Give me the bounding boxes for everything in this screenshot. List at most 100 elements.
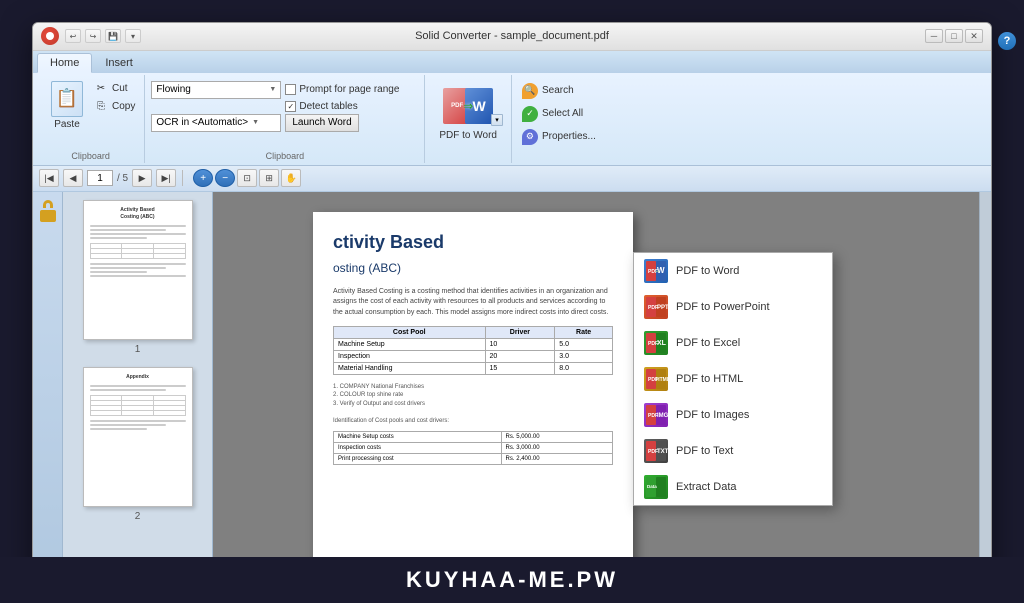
search-button[interactable]: 🔍 Search bbox=[518, 81, 600, 101]
search-group: 🔍 Search ✓ Select All ⚙ Properties... bbox=[512, 75, 606, 163]
doc-intro-text: Activity Based Costing is a costing meth… bbox=[333, 287, 613, 319]
convert-arrow-icon: ⇒ bbox=[463, 99, 473, 113]
toolbar-nav-first[interactable]: |◀ bbox=[39, 169, 59, 187]
right-scrollbar[interactable] bbox=[979, 192, 991, 581]
menu-item-pdf-to-text[interactable]: PDF TXT PDF to Text bbox=[634, 433, 832, 469]
doc-footer-text: 1. COMPANY National Franchises 2. COLOUR… bbox=[333, 383, 613, 425]
undo-button[interactable]: ↩ bbox=[65, 29, 81, 43]
quick-dropdown[interactable]: ▾ bbox=[125, 29, 141, 43]
toolbar-nav-prev[interactable]: ◀ bbox=[63, 169, 83, 187]
menu-item-pdf-to-ppt[interactable]: PDF PPT PDF to PowerPoint bbox=[634, 289, 832, 325]
doc-table-cell: 8.0 bbox=[555, 363, 613, 375]
menu-item-pdf-to-word[interactable]: PDF W → PDF to Word bbox=[634, 253, 832, 289]
menu-item-pdf-to-html[interactable]: PDF HTML PDF to HTML bbox=[634, 361, 832, 397]
minimize-button[interactable]: ─ bbox=[925, 29, 943, 43]
convert-group: Flowing ▼ Prompt for page range ✓ bbox=[145, 75, 425, 163]
thumbnail-page-2: Appendix bbox=[83, 367, 193, 507]
ribbon-tabs: Home Insert ? bbox=[33, 51, 991, 73]
doc-table: Cost Pool Driver Rate Machine Setup 10 5… bbox=[333, 326, 613, 375]
doc-table-cell: 10 bbox=[485, 339, 555, 351]
paste-button[interactable]: 📋 Paste bbox=[43, 77, 91, 134]
doc-table-cell: 15 bbox=[485, 363, 555, 375]
svg-text:TXT: TXT bbox=[657, 449, 668, 455]
detect-tables-cb-box: ✓ bbox=[285, 101, 296, 112]
cut-button[interactable]: ✂ Cut bbox=[91, 81, 138, 97]
doc-table-cell: 5.0 bbox=[555, 339, 613, 351]
launch-word-button[interactable]: Launch Word bbox=[285, 114, 358, 132]
flowing-arrow: ▼ bbox=[269, 86, 276, 93]
thumbnail-panel[interactable]: Activity BasedCosting (ABC) bbox=[63, 192, 213, 581]
cut-label: Cut bbox=[112, 83, 128, 94]
tab-home[interactable]: Home bbox=[37, 53, 92, 73]
maximize-button[interactable]: □ bbox=[945, 29, 963, 43]
flowing-select[interactable]: Flowing ▼ bbox=[151, 81, 281, 99]
page-total: / 5 bbox=[117, 173, 128, 184]
search-label: Search bbox=[542, 85, 574, 96]
zoom-select-button[interactable]: ⊞ bbox=[259, 169, 279, 187]
svg-text:PPT: PPT bbox=[657, 305, 668, 311]
doc-table-header-2: Driver bbox=[485, 327, 555, 339]
prompt-page-range-checkbox[interactable]: Prompt for page range bbox=[285, 84, 399, 95]
ocr-arrow: ▼ bbox=[252, 119, 259, 126]
svg-text:Data: Data bbox=[647, 484, 657, 489]
pdf-word-dropdown-arrow[interactable]: ▾ bbox=[491, 114, 503, 126]
select-all-button[interactable]: ✓ Select All bbox=[518, 104, 600, 124]
zoom-fit-button[interactable]: ⊡ bbox=[237, 169, 257, 187]
toolbar-separator bbox=[182, 170, 183, 186]
detect-tables-checkbox[interactable]: ✓ Detect tables bbox=[285, 101, 357, 112]
pdf-to-word-button[interactable]: PDF ⇒ W PDF to Word ▾ bbox=[431, 79, 505, 144]
app-icon bbox=[41, 27, 59, 45]
clipboard-group: 📋 Paste ✂ Cut ⎘ Copy Clipboard bbox=[37, 75, 145, 163]
doc-table-cell: Inspection bbox=[334, 351, 486, 363]
doc-table-cell: Material Handling bbox=[334, 363, 486, 375]
tab-insert[interactable]: Insert bbox=[92, 53, 146, 73]
menu-label-pdf-html: PDF to HTML bbox=[676, 373, 743, 385]
content-area: ctivity Based osting (ABC) Activity Base… bbox=[213, 192, 991, 581]
thumbnail-2[interactable]: Appendix 2 bbox=[67, 367, 208, 522]
left-panel bbox=[33, 192, 63, 581]
doc-table-cell: 3.0 bbox=[555, 351, 613, 363]
redo-button[interactable]: ↪ bbox=[85, 29, 101, 43]
window-title: Solid Converter - sample_document.pdf bbox=[415, 30, 609, 42]
convert-row-1: Flowing ▼ Prompt for page range bbox=[151, 81, 399, 99]
properties-button[interactable]: ⚙ Properties... bbox=[518, 127, 600, 147]
toolbar-nav-next[interactable]: ▶ bbox=[132, 169, 152, 187]
zoom-out-button[interactable]: − bbox=[215, 169, 235, 187]
pdf-word-label: PDF to Word bbox=[439, 130, 497, 141]
properties-label: Properties... bbox=[542, 131, 596, 142]
page-number-input[interactable] bbox=[87, 170, 113, 186]
document-page: ctivity Based osting (ABC) Activity Base… bbox=[313, 212, 633, 581]
menu-item-pdf-to-excel[interactable]: PDF XL PDF to Excel bbox=[634, 325, 832, 361]
properties-icon: ⚙ bbox=[522, 129, 538, 145]
lock-shackle bbox=[43, 200, 53, 208]
menu-item-extract-data[interactable]: Data Extract Data bbox=[634, 469, 832, 505]
app-window: ↩ ↪ 💾 ▾ Solid Converter - sample_documen… bbox=[32, 22, 992, 582]
thumbnail-num-1: 1 bbox=[135, 344, 141, 355]
cut-icon: ✂ bbox=[94, 82, 108, 96]
pdf-word-icon: PDF ⇒ W bbox=[443, 82, 493, 130]
copy-button[interactable]: ⎘ Copy bbox=[91, 99, 138, 115]
toolbar-nav-last[interactable]: ▶| bbox=[156, 169, 176, 187]
menu-icon-pdf-ppt: PDF PPT bbox=[644, 295, 668, 319]
svg-text:HTML: HTML bbox=[656, 377, 668, 383]
zoom-hand-button[interactable]: ✋ bbox=[281, 169, 301, 187]
menu-icon-pdf-excel: PDF XL bbox=[644, 331, 668, 355]
search-actions: 🔍 Search ✓ Select All ⚙ Properties... bbox=[518, 77, 600, 147]
ocr-select[interactable]: OCR in <Automatic> ▼ bbox=[151, 114, 281, 132]
menu-item-pdf-to-images[interactable]: PDF IMG PDF to Images bbox=[634, 397, 832, 433]
save-button[interactable]: 💾 bbox=[105, 29, 121, 43]
doc-footer-table: Machine Setup costs Rs. 5,000.00 Inspect… bbox=[333, 431, 613, 465]
menu-label-pdf-word: PDF to Word bbox=[676, 265, 739, 277]
copy-icon: ⎘ bbox=[94, 100, 108, 114]
prompt-page-range-cb-box bbox=[285, 84, 296, 95]
doc-subtitle: osting (ABC) bbox=[333, 261, 613, 275]
close-button[interactable]: ✕ bbox=[965, 29, 983, 43]
thumbnail-1[interactable]: Activity BasedCosting (ABC) bbox=[67, 200, 208, 355]
zoom-in-button[interactable]: + bbox=[193, 169, 213, 187]
main-area: Activity BasedCosting (ABC) bbox=[33, 192, 991, 581]
detect-tables-label: Detect tables bbox=[299, 101, 357, 112]
flowing-label: Flowing bbox=[156, 84, 190, 95]
lock-body bbox=[40, 210, 56, 222]
ribbon: Home Insert ? 📋 Paste ✂ Cut ⎘ bbox=[33, 51, 991, 166]
convert-options: Flowing ▼ Prompt for page range ✓ bbox=[151, 77, 399, 132]
